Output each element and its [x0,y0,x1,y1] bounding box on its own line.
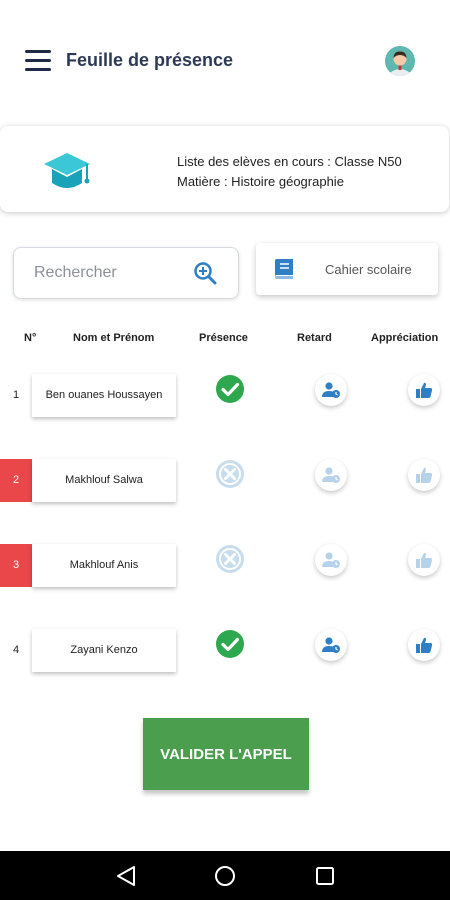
retard-button[interactable] [315,374,347,406]
cahier-scolaire-label: Cahier scolaire [325,262,412,277]
retard-button[interactable] [315,629,347,661]
thumbs-up-icon [416,637,433,653]
appreciation-button[interactable] [408,629,440,661]
row-number: 1 [12,389,20,401]
search-input[interactable] [34,262,184,284]
back-triangle-icon[interactable] [115,864,137,888]
student-name: Ben ouanes Houssayen [32,374,176,417]
student-name: Makhlouf Anis [32,544,176,587]
thumbs-up-icon [416,467,433,483]
home-circle-icon[interactable] [214,865,236,887]
row-number: 2 [0,459,32,502]
validate-attendance-button[interactable]: VALIDER L'APPEL [143,718,309,790]
header-retard: Retard [297,332,332,344]
header-appreciation: Appréciation [371,332,439,344]
thumbs-up-icon [416,382,433,398]
appreciation-button[interactable] [408,544,440,576]
header-name: Nom et Prénom [73,332,155,344]
page-title: Feuille de présence [66,50,234,70]
book-icon [273,259,295,279]
appreciation-button[interactable] [408,459,440,491]
student-name: Zayani Kenzo [32,629,176,672]
appreciation-button[interactable] [408,374,440,406]
user-clock-icon [322,467,340,483]
subject-info-line: Matière : Histoire géographie [177,174,344,189]
class-info-line: Liste des elèves en cours : Classe N50 [177,154,402,169]
graduation-cap-icon [42,150,92,194]
user-avatar-icon[interactable] [385,46,415,76]
user-clock-icon [322,552,340,568]
thumbs-up-icon [416,552,433,568]
user-clock-icon [322,637,340,653]
hamburger-menu-icon[interactable] [25,50,51,72]
absent-x-icon[interactable] [215,544,245,574]
retard-button[interactable] [315,544,347,576]
header-num: N° [24,332,37,344]
retard-button[interactable] [315,459,347,491]
absent-x-icon[interactable] [215,459,245,489]
present-check-icon[interactable] [215,629,245,659]
student-name: Makhlouf Salwa [32,459,176,502]
user-clock-icon [322,382,340,398]
recents-square-icon[interactable] [315,866,335,886]
row-number: 4 [12,644,20,656]
search-plus-icon[interactable] [193,261,217,285]
present-check-icon[interactable] [215,374,245,404]
header-presence: Présence [199,332,248,344]
row-number: 3 [0,544,32,587]
